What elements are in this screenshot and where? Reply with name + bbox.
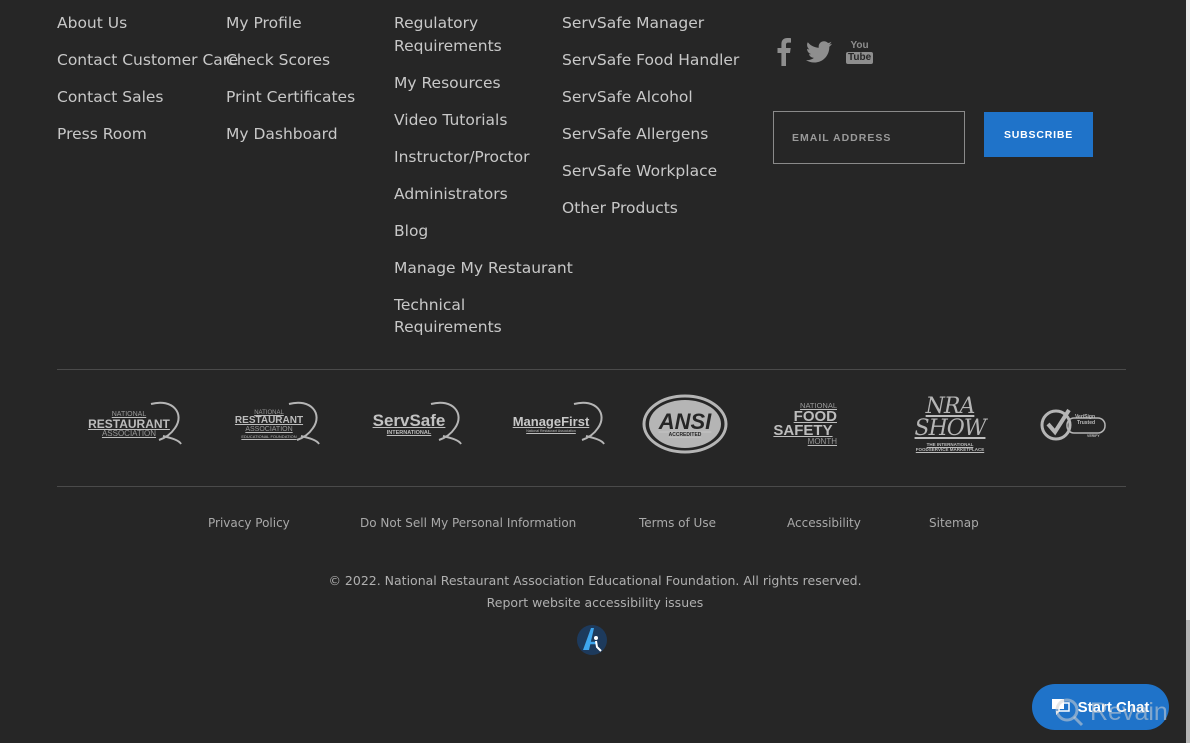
start-chat-button[interactable]: Start Chat xyxy=(1032,684,1169,730)
footer-link-manage-my-restaurant[interactable]: Manage My Restaurant xyxy=(394,257,573,280)
footer-link-contact-sales[interactable]: Contact Sales xyxy=(57,86,238,109)
footer-divider xyxy=(57,486,1126,487)
logo-text: ANSI xyxy=(658,408,712,434)
footer-link-regulatory-requirements[interactable]: Regulatory Requirements xyxy=(394,12,544,57)
footer-link-print-certificates[interactable]: Print Certificates xyxy=(226,86,355,109)
email-address-input[interactable] xyxy=(773,111,965,164)
footer-link-instructor-proctor[interactable]: Instructor/Proctor xyxy=(394,146,573,169)
logo-text: MONTH xyxy=(807,437,837,447)
footer-link-my-dashboard[interactable]: My Dashboard xyxy=(226,123,355,146)
logo-text: NRA SHOW xyxy=(914,394,987,441)
do-not-sell-link[interactable]: Do Not Sell My Personal Information xyxy=(360,516,576,530)
footer-link-servsafe-alcohol[interactable]: ServSafe Alcohol xyxy=(562,86,739,109)
footer-link-about-us[interactable]: About Us xyxy=(57,12,238,35)
swoosh-icon xyxy=(573,401,605,445)
privacy-policy-link[interactable]: Privacy Policy xyxy=(208,516,290,530)
accessibility-widget-button[interactable] xyxy=(576,623,608,657)
subscribe-button[interactable]: SUBSCRIBE xyxy=(984,112,1093,157)
accessibility-link[interactable]: Accessibility xyxy=(787,516,861,530)
page-scrollbar[interactable] xyxy=(1186,0,1190,743)
footer-link-other-products[interactable]: Other Products xyxy=(562,197,739,220)
start-chat-label: Start Chat xyxy=(1077,698,1150,716)
footer-link-administrators[interactable]: Administrators xyxy=(394,183,573,206)
footer-column-products: ServSafe Manager ServSafe Food Handler S… xyxy=(562,12,739,234)
footer-link-servsafe-food-handler[interactable]: ServSafe Food Handler xyxy=(562,49,739,72)
footer-link-blog[interactable]: Blog xyxy=(394,220,573,243)
logo-national-food-safety-month[interactable]: NATIONAL FOOD SAFETY MONTH xyxy=(763,392,843,456)
logo-servsafe-international[interactable]: ServSafe INTERNATIONAL xyxy=(357,392,462,456)
youtube-link[interactable]: You Tube xyxy=(846,39,874,64)
youtube-icon-you: You xyxy=(850,39,869,51)
swoosh-icon xyxy=(430,401,462,445)
facebook-icon xyxy=(777,38,791,66)
footer-link-my-profile[interactable]: My Profile xyxy=(226,12,355,35)
report-accessibility: Report website accessibility issues xyxy=(0,595,1190,610)
facebook-link[interactable] xyxy=(776,38,792,66)
footer-column-company: About Us Contact Customer Care Contact S… xyxy=(57,12,238,160)
footer-link-contact-customer-care[interactable]: Contact Customer Care xyxy=(57,49,238,72)
footer-link-servsafe-manager[interactable]: ServSafe Manager xyxy=(562,12,739,35)
logo-managefirst[interactable]: ManageFirst National Restaurant Associat… xyxy=(498,392,605,456)
logo-ansi-accredited[interactable]: ANSI ACCREDITED xyxy=(642,392,728,456)
logo-national-restaurant-association[interactable]: NATIONAL RESTAURANT ASSOCIATION xyxy=(77,392,182,456)
social-links: You Tube xyxy=(776,38,874,66)
footer-link-technical-requirements[interactable]: Technical Requirements xyxy=(394,294,544,339)
swoosh-icon xyxy=(150,401,182,445)
accessibility-icon xyxy=(577,625,607,655)
footer-divider xyxy=(57,369,1126,370)
logo-text: SAFETY xyxy=(773,421,833,439)
footer-link-my-resources[interactable]: My Resources xyxy=(394,72,573,95)
logo-nra-educational-foundation[interactable]: NATIONAL RESTAURANT ASSOCIATION EDUCATIO… xyxy=(219,392,320,456)
scrollbar-thumb[interactable] xyxy=(1186,620,1190,743)
footer-link-servsafe-workplace[interactable]: ServSafe Workplace xyxy=(562,160,739,183)
youtube-icon-tube: Tube xyxy=(846,51,874,64)
logo-text: Trusted xyxy=(1077,420,1096,426)
logo-nra-show[interactable]: NRA SHOW THE INTERNATIONAL FOODSERVICE M… xyxy=(895,392,1005,456)
copyright-text: © 2022. National Restaurant Association … xyxy=(328,573,862,588)
swoosh-icon xyxy=(288,401,320,445)
footer-link-press-room[interactable]: Press Room xyxy=(57,123,238,146)
chat-icon xyxy=(1051,699,1070,715)
footer-link-video-tutorials[interactable]: Video Tutorials xyxy=(394,109,573,132)
logo-text: ACCREDITED xyxy=(668,431,702,438)
logo-text: VERIFY xyxy=(1087,434,1100,438)
logo-text: FOODSERVICE MARKETPLACE xyxy=(915,446,985,452)
youtube-icon: You Tube xyxy=(846,39,874,64)
terms-of-use-link[interactable]: Terms of Use xyxy=(639,516,716,530)
footer-link-servsafe-allergens[interactable]: ServSafe Allergens xyxy=(562,123,739,146)
sitemap-link[interactable]: Sitemap xyxy=(929,516,979,530)
footer-column-account: My Profile Check Scores Print Certificat… xyxy=(226,12,355,160)
footer-column-resources: Regulatory Requirements My Resources Vid… xyxy=(394,12,573,353)
footer-link-check-scores[interactable]: Check Scores xyxy=(226,49,355,72)
twitter-icon xyxy=(806,41,832,63)
partner-logos: NATIONAL RESTAURANT ASSOCIATION NATIONAL… xyxy=(57,392,1126,456)
twitter-link[interactable] xyxy=(806,41,832,63)
logo-verisign-trusted[interactable]: VeriSign Trusted VERIFY xyxy=(1039,392,1107,456)
report-accessibility-link[interactable]: Report website accessibility issues xyxy=(487,595,704,610)
